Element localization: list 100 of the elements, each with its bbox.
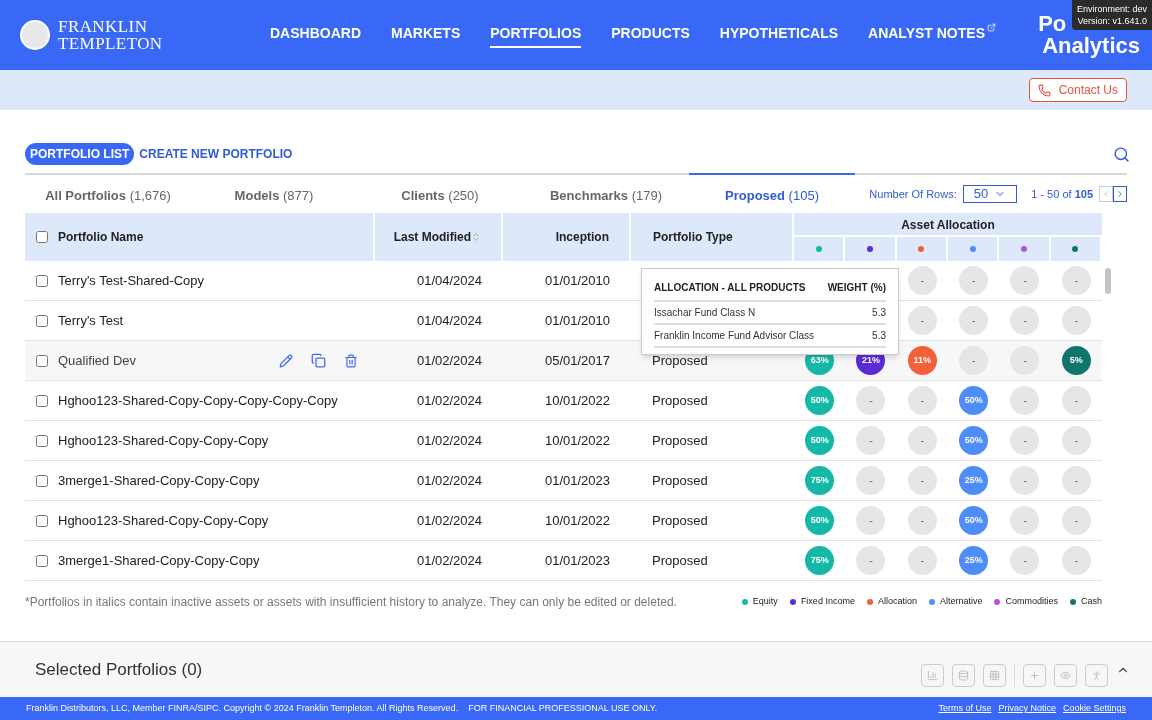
allocation-badge[interactable]: - xyxy=(907,266,937,295)
panel-title: Selected Portfolios (0) xyxy=(35,658,203,681)
next-page-button[interactable] xyxy=(1113,186,1127,202)
row-checkbox[interactable] xyxy=(36,394,48,407)
allocation-badge[interactable]: 50% xyxy=(959,426,989,455)
allocation-badge[interactable]: - xyxy=(1061,546,1091,575)
portfolio-name[interactable]: Terry's Test-Shared-Copy xyxy=(58,270,204,291)
row-checkbox[interactable] xyxy=(36,474,48,487)
view-tab[interactable]: PORTFOLIO LIST xyxy=(25,143,135,165)
footer-link[interactable]: Cookie Settings xyxy=(1062,701,1126,716)
allocation-badge[interactable]: - xyxy=(907,386,937,415)
legend-label: Fixed Income xyxy=(800,595,855,609)
nav-link[interactable]: PRODUCTS xyxy=(611,22,690,48)
row-checkbox[interactable] xyxy=(36,554,48,567)
nav-link[interactable]: HYPOTHETICALS xyxy=(719,22,839,48)
allocation-badge[interactable]: - xyxy=(907,426,937,455)
allocation-badge[interactable]: - xyxy=(856,506,886,535)
portfolio-name[interactable]: 3merge1-Shared-Copy-Copy-Copy xyxy=(58,550,260,571)
allocation-badge[interactable]: 75% xyxy=(805,546,835,575)
allocation-badge[interactable]: 50% xyxy=(959,386,989,415)
allocation-badge[interactable]: - xyxy=(1061,506,1091,535)
allocation-badge[interactable]: 50% xyxy=(959,506,989,535)
allocation-badge[interactable]: 75% xyxy=(805,466,835,495)
select-all-checkbox[interactable] xyxy=(36,231,48,243)
allocation-badge[interactable]: - xyxy=(856,466,886,495)
portfolio-name[interactable]: Qualified Dev xyxy=(58,350,137,371)
nav-link[interactable]: PORTFOLIOS xyxy=(490,22,582,48)
allocation-badge[interactable]: - xyxy=(1010,466,1040,495)
view-tab[interactable]: CREATE NEW PORTFOLIO xyxy=(134,143,298,165)
allocation-badge[interactable]: - xyxy=(1010,266,1040,295)
allocation-badge[interactable]: 50% xyxy=(805,506,835,535)
edit-icon[interactable] xyxy=(279,353,293,368)
tooltip-header: ALLOCATION - ALL PRODUCTS xyxy=(654,281,806,295)
category-tab[interactable]: All Portfolios (1,676) xyxy=(25,173,191,213)
allocation-badge[interactable]: - xyxy=(959,266,989,295)
allocation-badge[interactable]: - xyxy=(856,426,886,455)
allocation-badge[interactable]: - xyxy=(1061,386,1091,415)
table-cell-text: Proposed xyxy=(652,391,708,410)
portfolio-name[interactable]: Hghoo123-Shared-Copy-Copy-Copy-Copy-Copy xyxy=(58,390,338,411)
table-cell-text: 01/02/2024 xyxy=(416,551,482,570)
table-cell-text: 05/01/2017 xyxy=(544,351,610,370)
allocation-badge[interactable]: - xyxy=(1061,306,1091,335)
table-cell-text: 01/01/2010 xyxy=(544,271,610,290)
allocation-badge[interactable]: 25% xyxy=(959,546,989,575)
rows-select[interactable]: 50 xyxy=(962,185,1018,203)
allocation-badge[interactable]: - xyxy=(959,346,989,375)
allocation-badge[interactable]: - xyxy=(1010,506,1040,535)
portfolio-name[interactable]: Hghoo123-Shared-Copy-Copy-Copy xyxy=(58,430,269,451)
allocation-badge[interactable]: - xyxy=(1010,546,1040,575)
allocation-badge[interactable]: - xyxy=(959,306,989,335)
delete-icon[interactable] xyxy=(344,353,358,368)
allocation-badge[interactable]: - xyxy=(1061,466,1091,495)
portfolio-name[interactable]: Terry's Test xyxy=(58,310,124,331)
nav-link[interactable]: MARKETS xyxy=(391,22,461,48)
tooltip-header: WEIGHT (%) xyxy=(827,281,886,295)
portfolio-name[interactable]: Hghoo123-Shared-Copy-Copy-Copy xyxy=(58,510,269,531)
allocation-badge[interactable]: - xyxy=(907,306,937,335)
allocation-badge[interactable]: - xyxy=(856,546,886,575)
allocation-badge[interactable]: - xyxy=(1061,266,1091,295)
allocation-badge[interactable]: - xyxy=(1010,346,1040,375)
allocation-badge[interactable]: 50% xyxy=(805,426,835,455)
scrollbar[interactable] xyxy=(1105,268,1111,294)
category-tab[interactable]: Benchmarks (179) xyxy=(523,173,689,213)
table-cell-text: 01/02/2024 xyxy=(416,391,482,410)
table-cell-text: Proposed xyxy=(652,471,708,490)
nav-link[interactable]: ANALYST NOTES xyxy=(868,22,996,48)
allocation-badge[interactable]: 5% xyxy=(1061,346,1091,375)
nav-link[interactable]: DASHBOARD xyxy=(270,22,361,48)
portfolio-name[interactable]: 3merge1-Shared-Copy-Copy-Copy xyxy=(58,470,260,491)
copy-icon[interactable] xyxy=(311,353,326,368)
footer-link[interactable]: Privacy Notice xyxy=(998,701,1056,716)
allocation-badge[interactable]: - xyxy=(907,506,937,535)
row-checkbox[interactable] xyxy=(36,514,48,527)
contact-us-button[interactable]: Contact Us xyxy=(1028,78,1127,102)
row-checkbox[interactable] xyxy=(36,314,48,327)
allocation-badge[interactable]: 50% xyxy=(805,386,835,415)
row-checkbox[interactable] xyxy=(36,354,48,367)
database-icon xyxy=(958,670,969,681)
fund-weight: 5.3 xyxy=(872,306,886,320)
allocation-badge[interactable]: 25% xyxy=(959,466,989,495)
allocation-badge[interactable]: - xyxy=(1010,386,1040,415)
column-header[interactable]: Last Modified xyxy=(393,228,471,246)
allocation-badge[interactable]: 11% xyxy=(907,346,937,375)
table-cell-text: 01/04/2024 xyxy=(416,311,482,330)
allocation-badge[interactable]: - xyxy=(1010,306,1040,335)
allocation-badge[interactable]: - xyxy=(907,466,937,495)
category-tab[interactable]: Models (877) xyxy=(191,173,357,213)
legend-label: Equity xyxy=(752,595,778,609)
search-icon[interactable] xyxy=(1113,145,1130,163)
category-tab[interactable]: Clients (250) xyxy=(357,173,523,213)
allocation-badge[interactable]: - xyxy=(1010,426,1040,455)
footer-link[interactable]: Terms of Use xyxy=(938,701,992,716)
row-checkbox[interactable] xyxy=(36,434,48,447)
phone-icon xyxy=(1037,83,1051,97)
row-checkbox[interactable] xyxy=(36,274,48,287)
allocation-badge[interactable]: - xyxy=(1061,426,1091,455)
allocation-badge[interactable]: - xyxy=(907,546,937,575)
brand-name: TEMPLETON xyxy=(58,35,163,52)
allocation-badge[interactable]: - xyxy=(856,386,886,415)
table-cell-text: Proposed xyxy=(652,431,708,450)
